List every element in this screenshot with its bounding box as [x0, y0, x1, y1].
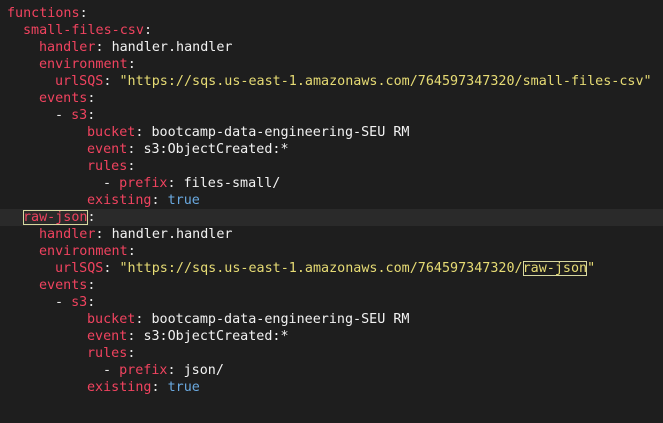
yaml-key: environment	[39, 57, 128, 72]
yaml-key: small-files-csv	[23, 23, 144, 38]
code-line[interactable]: existing: true	[0, 192, 663, 209]
list-dash: -	[55, 108, 72, 123]
code-line[interactable]: urlSQS: "https://sqs.us-east-1.amazonaws…	[0, 73, 663, 90]
key-separator: :	[87, 108, 96, 123]
yaml-key: bucket	[87, 125, 136, 140]
key-separator: :	[151, 193, 168, 208]
yaml-value: json/	[183, 363, 224, 378]
key-separator: :	[135, 125, 152, 140]
yaml-key: urlSQS	[55, 261, 104, 276]
yaml-key: rules	[87, 346, 128, 361]
key-separator: :	[151, 380, 168, 395]
key-separator: :	[87, 210, 96, 225]
key-separator: :	[87, 91, 96, 106]
code-line[interactable]: rules:	[0, 345, 663, 362]
list-dash: -	[103, 363, 120, 378]
code-line[interactable]: event: s3:ObjectCreated:*	[0, 141, 663, 158]
yaml-key: s3	[71, 295, 88, 310]
key-separator: :	[79, 6, 88, 21]
yaml-string-value: "https://sqs.us-east-1.amazonaws.com/764…	[119, 74, 652, 89]
key-separator: :	[127, 244, 136, 259]
yaml-key: prefix	[119, 176, 168, 191]
match-highlight: raw-json	[522, 261, 588, 276]
code-line[interactable]: events:	[0, 90, 663, 107]
code-line[interactable]: bucket: bootcamp-data-engineering-SEU RM	[0, 124, 663, 141]
code-line[interactable]: - prefix: json/	[0, 362, 663, 379]
yaml-key: handler	[39, 227, 96, 242]
yaml-key: bucket	[87, 312, 136, 327]
key-separator: :	[127, 159, 136, 174]
yaml-key: events	[39, 278, 88, 293]
yaml-key: raw-json	[23, 210, 88, 225]
yaml-key: event	[87, 142, 128, 157]
yaml-bool-value: true	[167, 193, 200, 208]
yaml-value: s3:ObjectCreated:*	[143, 329, 289, 344]
key-separator: :	[127, 57, 136, 72]
yaml-key: event	[87, 329, 128, 344]
yaml-bool-value: true	[167, 380, 200, 395]
code-line[interactable]: urlSQS: "https://sqs.us-east-1.amazonaws…	[0, 260, 663, 277]
yaml-value: handler.handler	[111, 40, 233, 55]
code-line[interactable]: - s3:	[0, 294, 663, 311]
code-line[interactable]: existing: true	[0, 379, 663, 396]
key-separator: :	[103, 261, 120, 276]
yaml-key: existing	[87, 193, 152, 208]
code-line[interactable]: - prefix: files-small/	[0, 175, 663, 192]
yaml-string-value: "	[587, 261, 596, 276]
code-line[interactable]: handler: handler.handler	[0, 226, 663, 243]
yaml-key: handler	[39, 40, 96, 55]
key-separator: :	[135, 312, 152, 327]
key-separator: :	[95, 227, 112, 242]
key-separator: :	[87, 278, 96, 293]
yaml-key: s3	[71, 108, 88, 123]
code-line[interactable]: event: s3:ObjectCreated:*	[0, 328, 663, 345]
yaml-value: s3:ObjectCreated:*	[143, 142, 289, 157]
key-separator: :	[95, 40, 112, 55]
yaml-key: events	[39, 91, 88, 106]
yaml-string-value: "https://sqs.us-east-1.amazonaws.com/764…	[119, 261, 523, 276]
key-separator: :	[167, 176, 184, 191]
key-separator: :	[127, 142, 144, 157]
code-line[interactable]: - s3:	[0, 107, 663, 124]
code-line[interactable]: environment:	[0, 56, 663, 73]
yaml-key: environment	[39, 244, 128, 259]
code-line[interactable]: bucket: bootcamp-data-engineering-SEU RM	[0, 311, 663, 328]
key-separator: :	[127, 329, 144, 344]
code-line[interactable]: environment:	[0, 243, 663, 260]
code-line[interactable]: small-files-csv:	[0, 22, 663, 39]
code-line[interactable]: handler: handler.handler	[0, 39, 663, 56]
key-separator: :	[127, 346, 136, 361]
key-separator: :	[143, 23, 152, 38]
code-line[interactable]: rules:	[0, 158, 663, 175]
yaml-value: bootcamp-data-engineering-SEU RM	[151, 125, 410, 140]
yaml-value: bootcamp-data-engineering-SEU RM	[151, 312, 410, 327]
yaml-value: files-small/	[183, 176, 281, 191]
yaml-key: existing	[87, 380, 152, 395]
key-separator: :	[103, 74, 120, 89]
code-line[interactable]: raw-json:	[0, 209, 663, 226]
list-dash: -	[103, 176, 120, 191]
code-line[interactable]: events:	[0, 277, 663, 294]
list-dash: -	[55, 295, 72, 310]
code-line[interactable]: functions:	[0, 5, 663, 22]
yaml-key: urlSQS	[55, 74, 104, 89]
yaml-key: functions	[7, 6, 80, 21]
yaml-key: prefix	[119, 363, 168, 378]
yaml-value: handler.handler	[111, 227, 233, 242]
key-separator: :	[87, 295, 96, 310]
key-separator: :	[167, 363, 184, 378]
yaml-key: rules	[87, 159, 128, 174]
code-editor[interactable]: functions: small-files-csv: handler: handl…	[0, 0, 663, 423]
